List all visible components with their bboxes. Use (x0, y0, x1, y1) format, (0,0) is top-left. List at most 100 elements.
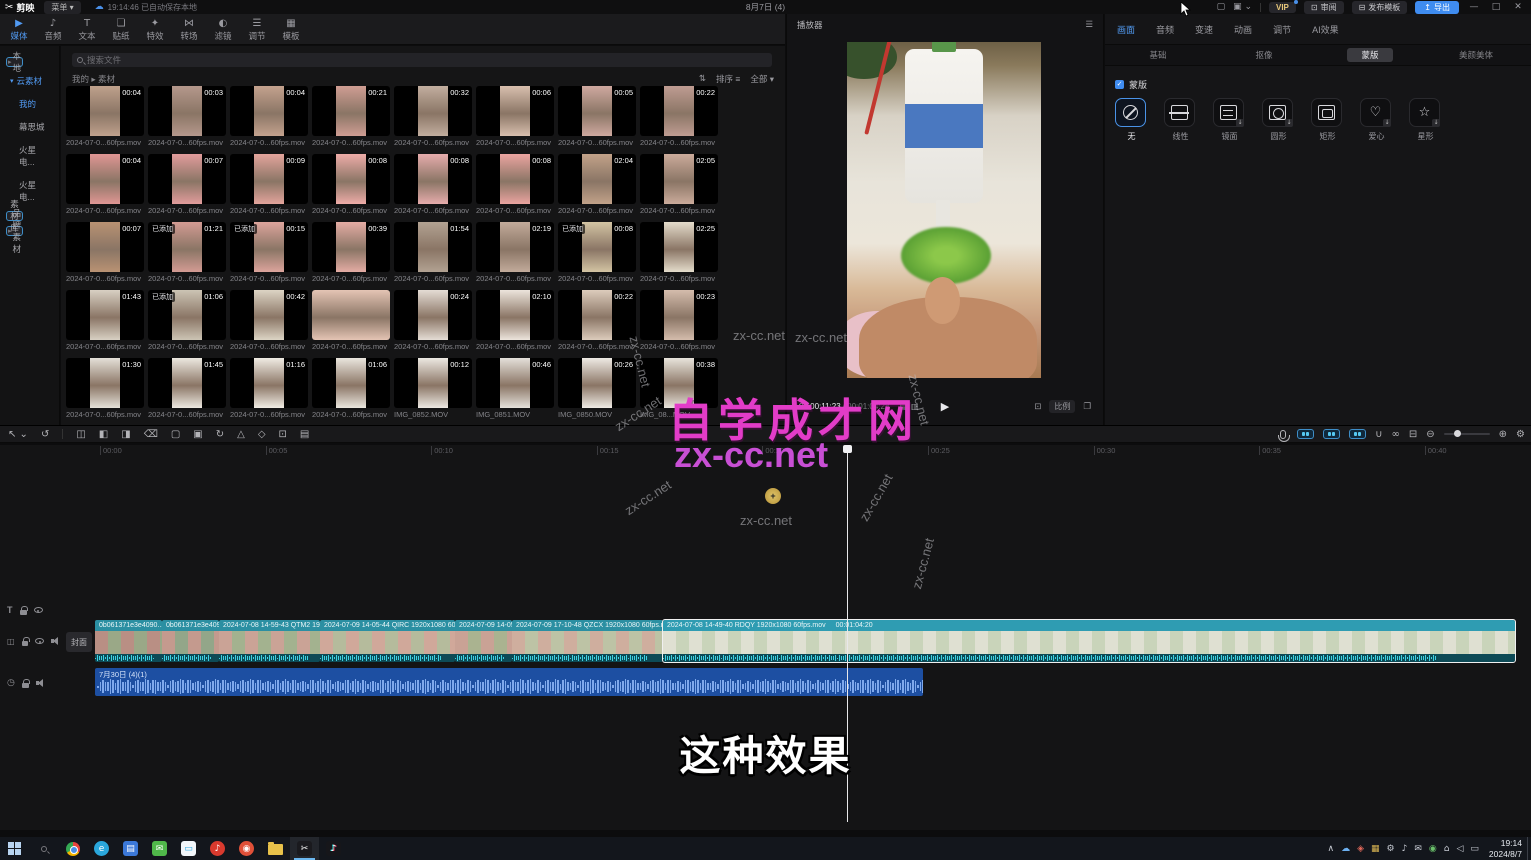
export-button[interactable]: ↥导出 (1415, 1, 1459, 14)
timeline-clip[interactable]: 2024-07-08 14-59-43 QTM2 192... (219, 620, 320, 662)
tool-magnet-icon[interactable]: ∪ (1375, 429, 1382, 440)
toolbar-item-transition[interactable]: ⋈转场 (172, 17, 206, 42)
tray-icon[interactable]: ✉ (1414, 844, 1422, 854)
media-item[interactable]: 01:542024-07-0...60fps.mov (394, 222, 472, 283)
mask-option-circle[interactable]: ↓圆形 (1262, 98, 1295, 142)
inspector-tab-ai-effect[interactable]: AI效果 (1312, 23, 1339, 36)
tray-icon[interactable]: ◈ (1357, 844, 1364, 854)
tool-crop-icon[interactable]: ⊡ (279, 429, 287, 440)
media-item[interactable]: 00:072024-07-0...60fps.mov (66, 222, 144, 283)
mask-option-linear[interactable]: 线性 (1164, 98, 1197, 142)
show-desktop-button[interactable] (1527, 837, 1531, 860)
tray-icon[interactable]: ☁ (1341, 844, 1350, 854)
layout-panels-icon[interactable]: ▣ ⌄ (1233, 2, 1252, 12)
tool-select-tool-icon[interactable]: ↖ ⌄ (8, 429, 28, 440)
play-button[interactable]: ▶ (941, 400, 949, 413)
tray-icon[interactable]: ▭ (1470, 844, 1479, 854)
tool-timeline-settings-icon[interactable]: ⚙ (1516, 429, 1525, 440)
media-item[interactable]: 00:08已添加2024-07-0...60fps.mov (558, 222, 636, 283)
taskbar-app-wechat[interactable]: ✉ (145, 837, 174, 860)
tool-preview-frame-icon[interactable]: ⊟ (1409, 429, 1417, 440)
tool-split-keep-left-icon[interactable]: ◧ (99, 429, 108, 440)
taskbar-app-browser-red[interactable]: ◉ (232, 837, 261, 860)
timeline-clip[interactable]: 2024-07-08 14-49-40 RDQY 1920x1080 60fps… (663, 620, 1515, 662)
tool-mirror-icon[interactable]: △ (237, 429, 245, 440)
sort-direction-icon[interactable]: ⇅ (699, 74, 706, 84)
taskbar-app-office-docs[interactable]: ▤ (116, 837, 145, 860)
media-item[interactable]: 00:052024-07-0...60fps.mov (558, 86, 636, 147)
tool-layers-icon[interactable]: ▣ (193, 429, 202, 440)
media-item[interactable]: 01:21已添加2024-07-0...60fps.mov (148, 222, 226, 283)
lock-icon[interactable] (20, 610, 27, 615)
timeline-clip[interactable]: 0b061371e3e4090... (162, 620, 219, 662)
media-item[interactable]: 01:302024-07-0...60fps.mov (66, 358, 144, 419)
media-item[interactable]: 00:222024-07-0...60fps.mov (640, 86, 718, 147)
search-input[interactable] (87, 55, 687, 65)
toolbar-item-sticker[interactable]: ❏贴纸 (104, 17, 138, 42)
media-item[interactable]: 01:162024-07-0...60fps.mov (230, 358, 308, 419)
toolbar-item-adjust[interactable]: ☰调节 (240, 17, 274, 42)
inspector-tab-animation[interactable]: 动画 (1234, 23, 1252, 36)
tool-track-mode-2[interactable] (1323, 429, 1340, 439)
media-item[interactable]: 00:392024-07-0...60fps.mov (312, 222, 390, 283)
tool-reverse-icon[interactable]: ↻ (216, 429, 224, 440)
media-item[interactable]: 00:072024-07-0...60fps.mov (148, 154, 226, 215)
toolbar-item-text[interactable]: T文本 (70, 17, 104, 42)
media-item[interactable]: 00:12IMG_0852.MOV (394, 358, 472, 419)
tool-zoom-in-icon[interactable]: ⊕ (1499, 429, 1507, 440)
search-bar[interactable] (72, 53, 772, 67)
sidebar-item-cloud-material[interactable]: ▾云素材 (6, 72, 53, 90)
media-item[interactable]: 00:082024-07-0...60fps.mov (312, 154, 390, 215)
ratio-button[interactable]: 比例 (1049, 400, 1075, 413)
media-item[interactable]: 00:032024-07-0...60fps.mov (148, 86, 226, 147)
timeline-clip[interactable]: 2024-07-09 14-05 (455, 620, 512, 662)
tool-zoom-out-icon[interactable]: ⊖ (1426, 429, 1434, 440)
taskbar-app-jianying[interactable]: ✂ (290, 837, 319, 860)
tool-split-icon[interactable]: ◫ (76, 429, 85, 440)
media-item[interactable]: 01:062024-07-0...60fps.mov (312, 358, 390, 419)
media-item[interactable]: 00:082024-07-0...60fps.mov (476, 154, 554, 215)
mask-option-none[interactable]: 无 (1115, 98, 1148, 142)
tool-delete-icon[interactable]: ⌫ (144, 429, 158, 440)
media-item[interactable]: 00:422024-07-0...60fps.mov (230, 290, 308, 351)
media-item[interactable]: 00:082024-07-0...60fps.mov (394, 154, 472, 215)
toolbar-item-effects[interactable]: ✦特效 (138, 17, 172, 42)
inspector-subtab-cutout[interactable]: 抠像 (1211, 49, 1317, 61)
media-item[interactable]: 00:232024-07-0...60fps.mov (640, 290, 718, 351)
close-button[interactable]: ✕ (1511, 2, 1525, 12)
mask-option-rectangle[interactable]: 矩形 (1311, 98, 1344, 142)
sidebar-item-mine[interactable]: 我的 (6, 95, 53, 113)
review-button[interactable]: ⊡审阅 (1304, 1, 1344, 14)
inspector-subtab-basic[interactable]: 基础 (1105, 49, 1211, 61)
fullscreen-icon[interactable]: ❐ (1083, 402, 1091, 412)
player-menu-icon[interactable]: ☰ (1085, 20, 1093, 30)
zoom-slider[interactable] (1444, 433, 1490, 435)
inspector-subtab-mask[interactable]: 蒙版 (1317, 49, 1423, 61)
media-item[interactable]: 00:222024-07-0...60fps.mov (558, 290, 636, 351)
inspector-tab-picture[interactable]: 画面 (1117, 23, 1135, 36)
taskbar-clock[interactable]: 19:14 2024/8/7 (1489, 838, 1522, 859)
taskbar-app-search[interactable] (29, 837, 58, 860)
media-item[interactable]: 02:192024-07-0...60fps.mov (476, 222, 554, 283)
media-item[interactable]: 00:062024-07-0...60fps.mov (476, 86, 554, 147)
toolbar-item-audio[interactable]: ♪音频 (36, 17, 70, 42)
media-item[interactable]: 01:06已添加2024-07-0...60fps.mov (148, 290, 226, 351)
toolbar-item-filter[interactable]: ◐滤镜 (206, 17, 240, 42)
tool-track-mode-3[interactable] (1349, 429, 1366, 439)
menu-button[interactable]: 菜单 ▾ (44, 1, 80, 14)
fit-screen-icon[interactable]: ⊡ (1034, 402, 1041, 412)
sort-button[interactable]: 排序 ≡ (716, 73, 740, 85)
taskbar-app-start[interactable] (0, 837, 29, 860)
inspector-subtab-beauty[interactable]: 美颜美体 (1423, 49, 1529, 61)
timeline-clip[interactable]: 2024-07-09 14-05-44 QIRC 1920x1080 60fps… (320, 620, 455, 662)
tray-icon[interactable]: ∧ (1327, 844, 1334, 854)
taskbar-app-music[interactable]: ♪ (203, 837, 232, 860)
inspector-tab-adjust[interactable]: 调节 (1273, 23, 1291, 36)
media-item[interactable]: 00:212024-07-0...60fps.mov (312, 86, 390, 147)
microphone-icon[interactable] (1280, 430, 1286, 439)
media-item[interactable]: 00:322024-07-0...60fps.mov (394, 86, 472, 147)
eye-icon[interactable] (34, 607, 43, 613)
publish-template-button[interactable]: ⊟发布模板 (1352, 1, 1408, 14)
media-item[interactable]: 00:46IMG_0851.MOV (476, 358, 554, 419)
tool-track-mode-1[interactable] (1297, 429, 1314, 439)
